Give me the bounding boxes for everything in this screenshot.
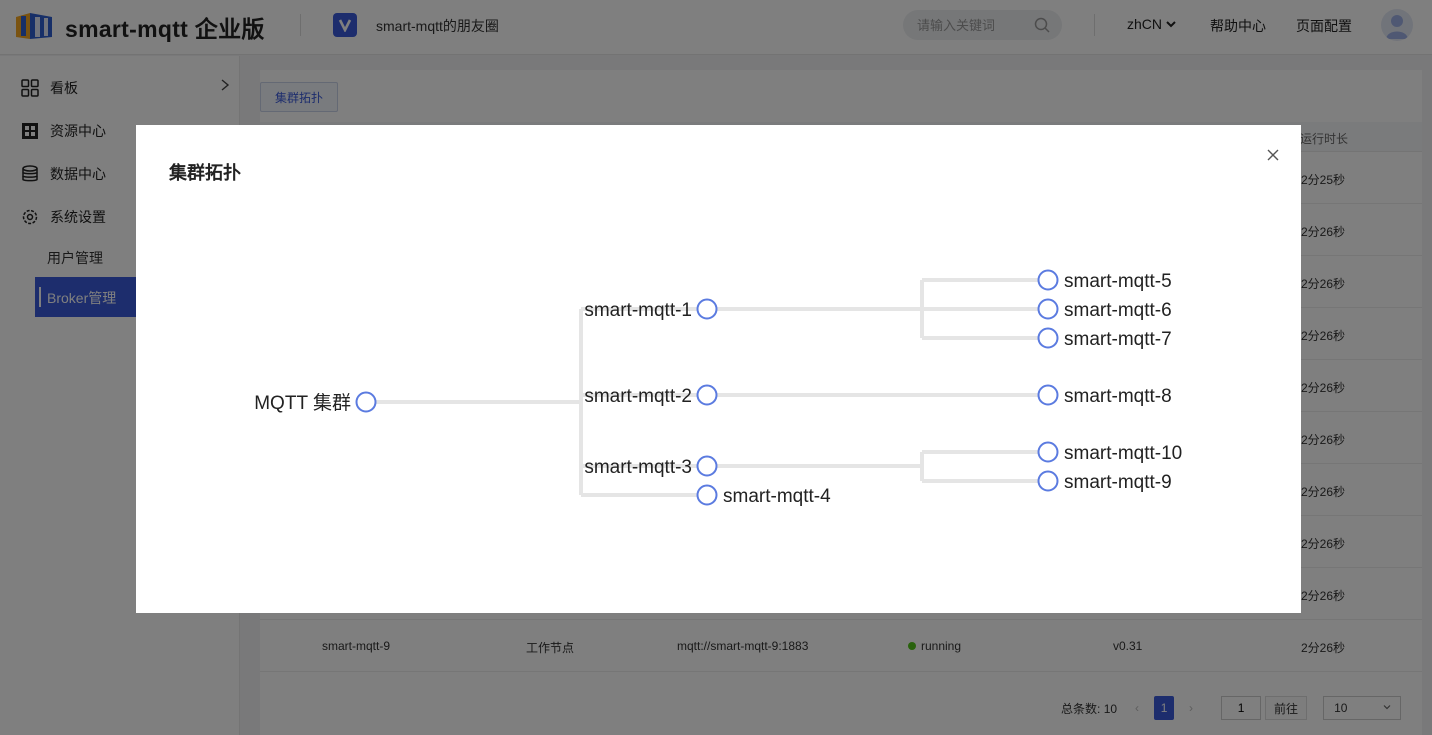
- tree-node-circle: [696, 384, 718, 406]
- tree-node-leaf[interactable]: smart-mqtt-8: [1037, 384, 1172, 408]
- tree-node-leaf[interactable]: smart-mqtt-9: [1037, 470, 1172, 494]
- tree-node-circle: [1037, 470, 1059, 492]
- tree-node-label: smart-mqtt-6: [1064, 300, 1172, 321]
- tree-node-label: smart-mqtt-1: [584, 300, 692, 321]
- tree-node-circle: [696, 298, 718, 320]
- topology-tree: MQTT 集群 smart-mqtt-1 smart-mqtt-2 smart-…: [254, 269, 1183, 508]
- tree-node-label: smart-mqtt-10: [1064, 443, 1182, 464]
- tree-node-circle: [1037, 269, 1059, 291]
- tree-node-circle: [696, 484, 718, 506]
- tree-node-circle: [1037, 384, 1059, 406]
- tree-node-l1[interactable]: smart-mqtt-1: [584, 298, 718, 322]
- tree-node-circle: [1037, 298, 1059, 320]
- tree-node-label: smart-mqtt-2: [584, 386, 692, 407]
- tree-node-l1[interactable]: smart-mqtt-3: [584, 455, 718, 479]
- tree-node-label: smart-mqtt-3: [584, 457, 692, 478]
- tree-node-leaf[interactable]: smart-mqtt-6: [1037, 298, 1172, 322]
- tree-node-leaf[interactable]: smart-mqtt-5: [1037, 269, 1172, 293]
- tree-node-label: smart-mqtt-8: [1064, 386, 1172, 407]
- tree-node-label: MQTT 集群: [254, 392, 351, 414]
- tree-node-leaf[interactable]: smart-mqtt-10: [1037, 441, 1183, 465]
- cluster-topology-dialog: 集群拓扑 MQTT 集群 smart-mqtt-1 smart-mqtt-2 s…: [136, 125, 1301, 613]
- tree-node-root[interactable]: MQTT 集群: [254, 391, 377, 414]
- tree-node-leaf[interactable]: smart-mqtt-4: [696, 484, 832, 508]
- tree-node-label: smart-mqtt-9: [1064, 472, 1172, 493]
- tree-node-l1[interactable]: smart-mqtt-2: [584, 384, 718, 408]
- tree-node-circle: [1037, 327, 1059, 349]
- tree-node-circle: [1037, 441, 1059, 463]
- tree-node-circle: [696, 455, 718, 477]
- tree-node-label: smart-mqtt-7: [1064, 329, 1172, 350]
- tree-node-label: smart-mqtt-5: [1064, 271, 1172, 292]
- tree-node-circle: [355, 391, 377, 413]
- tree-node-leaf[interactable]: smart-mqtt-7: [1037, 327, 1172, 351]
- tree-node-label: smart-mqtt-4: [723, 486, 831, 507]
